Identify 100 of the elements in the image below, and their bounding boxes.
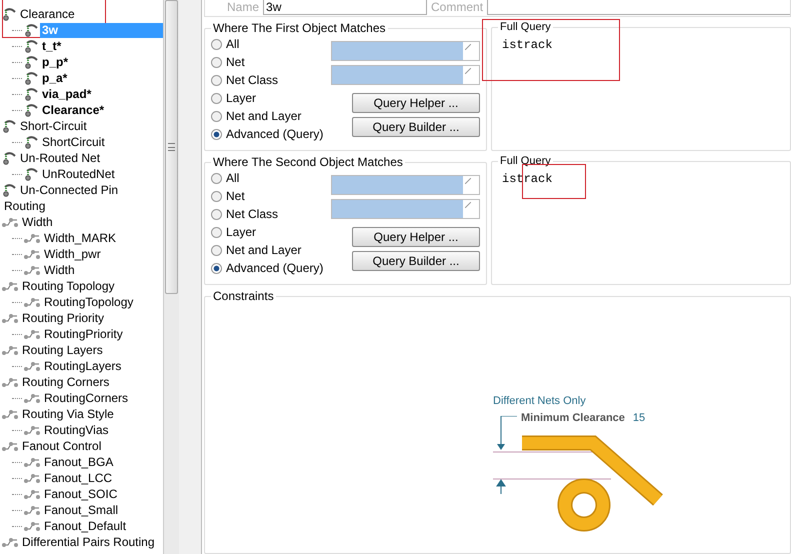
tree-item[interactable]: Routing Priority <box>20 310 106 326</box>
scope-label: Different Nets Only <box>493 395 587 407</box>
tree-item[interactable]: Routing Topology <box>20 278 117 294</box>
clearance-value[interactable]: 15 <box>632 412 646 424</box>
radio-option[interactable]: Advanced (Query) <box>211 125 329 143</box>
tree-item[interactable]: Fanout_Default <box>42 518 128 534</box>
tree-item[interactable]: Clearance <box>18 6 77 22</box>
dropdown[interactable] <box>331 199 480 219</box>
tree-item[interactable]: Routing <box>2 198 48 214</box>
radio-button[interactable] <box>211 128 222 140</box>
routing-rule-icon <box>24 472 40 484</box>
routing-rule-icon <box>24 328 40 340</box>
routing-rule-icon <box>2 376 18 388</box>
tree-item[interactable]: Fanout_BGA <box>42 454 116 470</box>
routing-rule-icon <box>24 424 40 436</box>
tree-item[interactable]: Un-Connected Pin <box>18 182 120 198</box>
tree-item[interactable]: RoutingCorners <box>42 390 130 406</box>
splitter[interactable] <box>179 0 202 554</box>
radio-option[interactable]: Net <box>211 53 329 71</box>
radio-button[interactable] <box>211 262 222 274</box>
tree-item[interactable]: ShortCircuit <box>40 134 107 150</box>
radio-label: Net <box>226 189 245 203</box>
radio-button[interactable] <box>211 38 222 50</box>
tree-item[interactable]: Fanout Control <box>20 438 104 454</box>
query-button[interactable]: Query Builder ... <box>352 251 480 271</box>
radio-button[interactable] <box>211 74 222 86</box>
radio-label: Layer <box>226 91 256 105</box>
clearance-label: Minimum Clearance <box>521 412 625 424</box>
tree-item[interactable]: Short-Circuit <box>18 118 89 134</box>
comment-label: Comment <box>431 0 484 14</box>
tree-item[interactable]: RoutingVias <box>42 422 110 438</box>
tree-item[interactable]: Routing Corners <box>20 374 112 390</box>
dropdown[interactable] <box>331 41 480 61</box>
electrical-rule-icon <box>24 39 38 53</box>
radio-option[interactable]: Net Class <box>211 71 329 89</box>
scrollbar-thumb[interactable] <box>165 0 178 294</box>
routing-rule-icon <box>24 264 40 276</box>
query-button[interactable]: Query Builder ... <box>352 117 480 137</box>
tree-item[interactable]: Fanout_LCC <box>42 470 114 486</box>
radio-label: Net and Layer <box>226 109 302 123</box>
radio-button[interactable] <box>211 190 222 202</box>
routing-rule-icon <box>2 408 18 420</box>
radio-label: Net Class <box>226 207 278 221</box>
electrical-rule-icon <box>2 183 16 197</box>
group-title: Where The First Object Matches <box>212 21 386 35</box>
radio-button[interactable] <box>211 92 222 104</box>
electrical-rule-icon <box>24 23 38 37</box>
radio-button[interactable] <box>211 226 222 238</box>
electrical-rule-icon <box>24 55 38 69</box>
routing-rule-icon <box>24 520 40 532</box>
tree-item[interactable]: RoutingTopology <box>42 294 136 310</box>
query-button[interactable]: Query Helper ... <box>352 93 480 113</box>
tree-item[interactable]: Width_MARK <box>42 230 118 246</box>
electrical-rule-icon <box>2 151 16 165</box>
tree-item[interactable]: t_t* <box>40 38 64 54</box>
radio-option[interactable]: Layer <box>211 223 329 241</box>
radio-option[interactable]: Net and Layer <box>211 241 329 259</box>
tree-item[interactable]: Un-Routed Net <box>18 150 102 166</box>
radio-option[interactable]: Net <box>211 187 329 205</box>
tree-item[interactable]: Clearance* <box>40 102 106 118</box>
radio-option[interactable]: All <box>211 169 329 187</box>
radio-button[interactable] <box>211 244 222 256</box>
radio-button[interactable] <box>211 110 222 122</box>
tree-item[interactable]: p_a* <box>40 70 70 86</box>
name-field[interactable]: 3w <box>263 0 428 15</box>
dropdown[interactable] <box>331 175 480 195</box>
tree-item[interactable]: Width_pwr <box>42 246 103 262</box>
tree-item[interactable]: UnRoutedNet <box>40 166 117 182</box>
routing-rule-icon <box>24 232 40 244</box>
tree-item[interactable]: Fanout_SOIC <box>42 486 120 502</box>
radio-button[interactable] <box>211 208 222 220</box>
tree-item[interactable]: Differential Pairs Routing <box>20 534 157 550</box>
tree-item[interactable]: RoutingPriority <box>42 326 125 342</box>
tree-item[interactable]: Routing Layers <box>20 342 105 358</box>
electrical-rule-icon <box>24 135 38 149</box>
tree-item[interactable]: via_pad* <box>40 86 94 102</box>
radio-label: Layer <box>226 225 256 239</box>
radio-button[interactable] <box>211 56 222 68</box>
radio-option[interactable]: Layer <box>211 89 329 107</box>
radio-option[interactable]: Advanced (Query) <box>211 259 329 277</box>
tree-item[interactable]: Width <box>20 214 55 230</box>
electrical-rule-icon <box>24 71 38 85</box>
query-button[interactable]: Query Helper ... <box>352 227 480 247</box>
tree-item[interactable]: p_p* <box>40 54 70 70</box>
tree-item[interactable]: Routing Via Style <box>20 406 116 422</box>
tree-item[interactable]: Fanout_Small <box>42 502 120 518</box>
routing-rule-icon <box>2 344 18 356</box>
tree-item[interactable]: Width <box>42 262 77 278</box>
routing-rule-icon <box>24 296 40 308</box>
routing-rule-icon <box>24 392 40 404</box>
name-label: Name <box>227 0 260 14</box>
routing-rule-icon <box>24 504 40 516</box>
dropdown[interactable] <box>331 65 480 85</box>
radio-option[interactable]: Net and Layer <box>211 107 329 125</box>
routing-rule-icon <box>24 456 40 468</box>
radio-option[interactable]: All <box>211 35 329 53</box>
tree-item[interactable]: RoutingLayers <box>42 358 124 374</box>
radio-option[interactable]: Net Class <box>211 205 329 223</box>
radio-button[interactable] <box>211 172 222 184</box>
comment-field[interactable] <box>487 0 790 15</box>
